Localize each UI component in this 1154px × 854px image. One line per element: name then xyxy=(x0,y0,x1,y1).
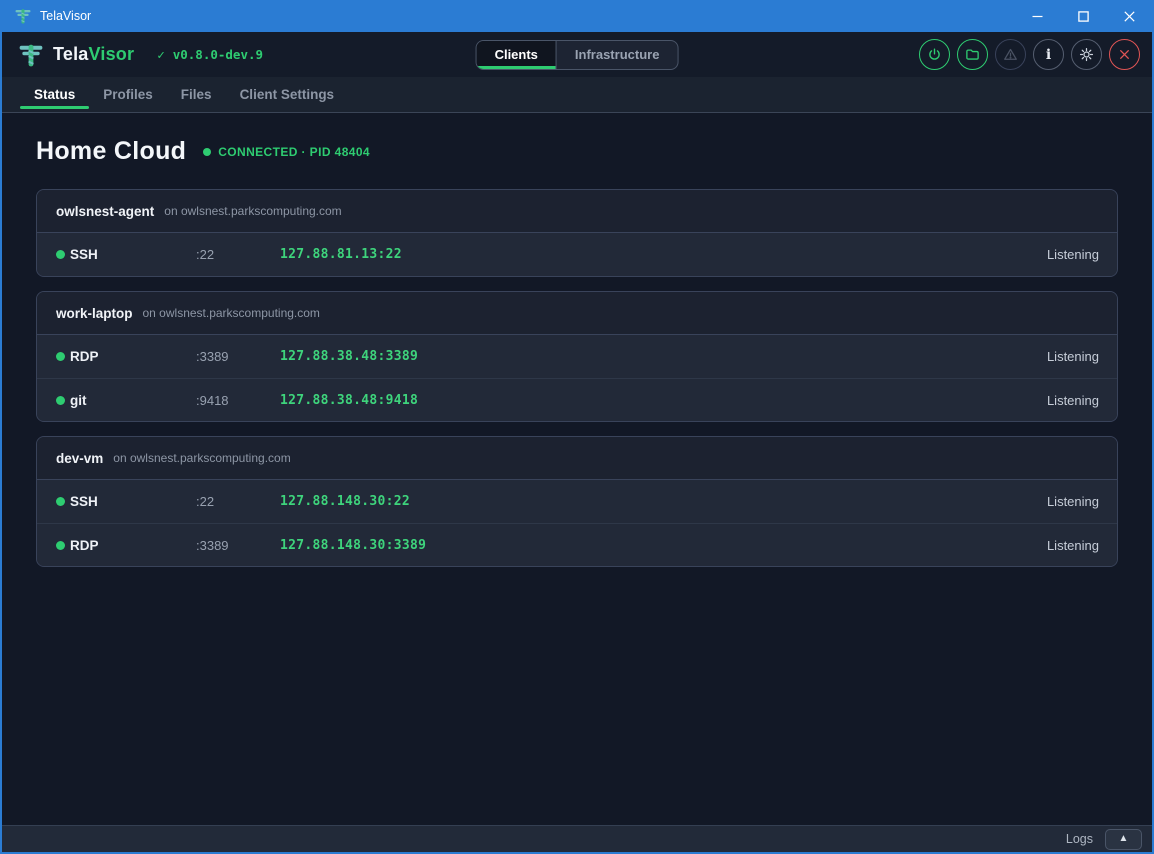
service-port: :3389 xyxy=(196,538,280,553)
toggle-clients[interactable]: Clients xyxy=(477,41,556,69)
tab-files[interactable]: Files xyxy=(167,77,226,112)
brand-name: TelaVisor xyxy=(53,44,134,65)
status-dot-icon xyxy=(56,396,65,405)
telavisor-logo-icon xyxy=(18,42,44,68)
service-row: SSH :22 127.88.81.13:22 Listening xyxy=(37,233,1117,276)
logs-expand-button[interactable]: ▲ xyxy=(1105,829,1142,850)
folder-button[interactable] xyxy=(957,39,988,70)
version-text: ✓ v0.8.0-dev.9 xyxy=(157,47,263,62)
service-state: Listening xyxy=(1047,349,1099,364)
client-card: dev-vm on owlsnest.parkscomputing.com SS… xyxy=(36,436,1118,567)
app-window: TelaVisor TelaVisor ✓ v0.8.0-dev.9 xyxy=(0,0,1154,854)
window-title: TelaVisor xyxy=(40,9,91,23)
status-dot-icon xyxy=(56,250,65,259)
client-card-header: work-laptop on owlsnest.parkscomputing.c… xyxy=(37,292,1117,335)
service-name: SSH xyxy=(70,494,196,509)
service-name: git xyxy=(70,393,196,408)
service-state: Listening xyxy=(1047,247,1099,262)
service-rows: SSH :22 127.88.81.13:22 Listening xyxy=(37,233,1117,276)
status-dot-icon xyxy=(56,497,65,506)
tab-profiles[interactable]: Profiles xyxy=(89,77,167,112)
page-title: Home Cloud xyxy=(36,137,186,166)
connection-status-text: CONNECTED · PID 48404 xyxy=(218,145,370,159)
os-titlebar[interactable]: TelaVisor xyxy=(2,0,1152,32)
service-name: RDP xyxy=(70,538,196,553)
client-host: on owlsnest.parkscomputing.com xyxy=(164,204,341,218)
client-card-header: owlsnest-agent on owlsnest.parkscomputin… xyxy=(37,190,1117,233)
close-window-button[interactable] xyxy=(1106,0,1152,32)
service-address: 127.88.38.48:3389 xyxy=(280,349,1047,364)
service-name: RDP xyxy=(70,349,196,364)
version-number: v0.8.0-dev.9 xyxy=(173,47,263,62)
client-card-header: dev-vm on owlsnest.parkscomputing.com xyxy=(37,437,1117,480)
gear-icon xyxy=(1079,47,1094,62)
check-icon: ✓ xyxy=(157,47,165,62)
main-content: Home Cloud CONNECTED · PID 48404 owlsnes… xyxy=(2,113,1152,825)
maximize-button[interactable] xyxy=(1060,0,1106,32)
status-dot-icon xyxy=(56,541,65,550)
minimize-button[interactable] xyxy=(1014,0,1060,32)
service-row: git :9418 127.88.38.48:9418 Listening xyxy=(37,378,1117,421)
service-port: :9418 xyxy=(196,393,280,408)
page-head: Home Cloud CONNECTED · PID 48404 xyxy=(36,137,1118,166)
client-host: on owlsnest.parkscomputing.com xyxy=(143,306,320,320)
chevron-up-icon: ▲ xyxy=(1119,834,1129,844)
service-state: Listening xyxy=(1047,494,1099,509)
service-port: :22 xyxy=(196,247,280,262)
connected-dot-icon xyxy=(203,148,211,156)
service-port: :22 xyxy=(196,494,280,509)
service-address: 127.88.38.48:9418 xyxy=(280,393,1047,408)
status-dot-icon xyxy=(56,352,65,361)
close-app-button[interactable] xyxy=(1109,39,1140,70)
service-row: SSH :22 127.88.148.30:22 Listening xyxy=(37,480,1117,523)
service-state: Listening xyxy=(1047,393,1099,408)
toggle-infrastructure[interactable]: Infrastructure xyxy=(556,41,678,69)
view-toggle: Clients Infrastructure xyxy=(476,40,679,70)
connection-status: CONNECTED · PID 48404 xyxy=(203,145,370,159)
power-button[interactable] xyxy=(919,39,950,70)
client-card: work-laptop on owlsnest.parkscomputing.c… xyxy=(36,291,1118,422)
service-state: Listening xyxy=(1047,538,1099,553)
tab-bar: Status Profiles Files Client Settings xyxy=(2,77,1152,113)
client-card: owlsnest-agent on owlsnest.parkscomputin… xyxy=(36,189,1118,277)
client-name: work-laptop xyxy=(56,306,133,321)
tab-status[interactable]: Status xyxy=(20,77,89,112)
status-footer: Logs ▲ xyxy=(2,825,1152,852)
client-host: on owlsnest.parkscomputing.com xyxy=(113,451,290,465)
service-name: SSH xyxy=(70,247,196,262)
client-cards: owlsnest-agent on owlsnest.parkscomputin… xyxy=(36,189,1118,567)
settings-button[interactable] xyxy=(1071,39,1102,70)
info-button[interactable]: i xyxy=(1033,39,1064,70)
app-logo-icon xyxy=(14,7,32,25)
service-rows: SSH :22 127.88.148.30:22 Listening RDP :… xyxy=(37,480,1117,566)
app-header: TelaVisor ✓ v0.8.0-dev.9 Clients Infrast… xyxy=(2,32,1152,77)
service-rows: RDP :3389 127.88.38.48:3389 Listening gi… xyxy=(37,335,1117,421)
service-row: RDP :3389 127.88.38.48:3389 Listening xyxy=(37,335,1117,378)
service-address: 127.88.148.30:22 xyxy=(280,494,1047,509)
info-icon: i xyxy=(1046,48,1051,62)
brand: TelaVisor ✓ v0.8.0-dev.9 xyxy=(18,42,263,68)
header-actions: i xyxy=(919,39,1140,70)
logs-label: Logs xyxy=(1066,832,1093,846)
client-name: owlsnest-agent xyxy=(56,204,154,219)
tab-client-settings[interactable]: Client Settings xyxy=(226,77,349,112)
service-address: 127.88.148.30:3389 xyxy=(280,538,1047,553)
warning-button[interactable] xyxy=(995,39,1026,70)
service-address: 127.88.81.13:22 xyxy=(280,247,1047,262)
service-port: :3389 xyxy=(196,349,280,364)
service-row: RDP :3389 127.88.148.30:3389 Listening xyxy=(37,523,1117,566)
client-name: dev-vm xyxy=(56,451,103,466)
